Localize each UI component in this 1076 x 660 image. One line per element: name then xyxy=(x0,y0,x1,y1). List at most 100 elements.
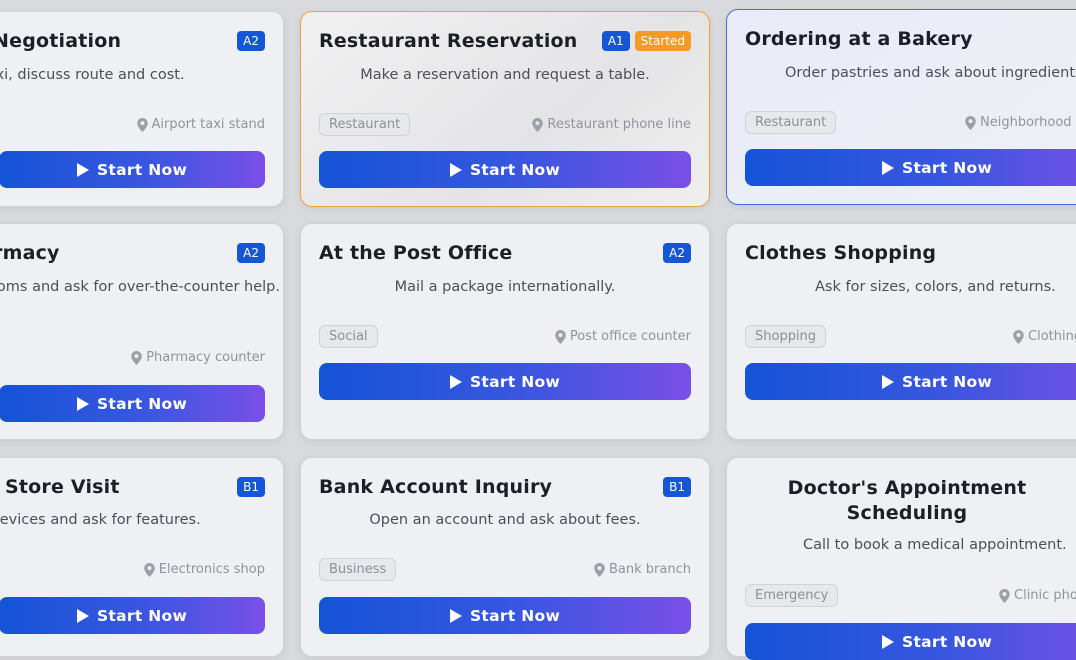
scenario-card[interactable]: Restaurant Reservation A1 Started Make a… xyxy=(300,11,710,207)
card-title: Restaurant Reservation xyxy=(319,30,578,52)
location-text: Airport taxi stand xyxy=(151,117,265,132)
map-pin-icon xyxy=(965,115,976,130)
card-header: Clothes Shopping xyxy=(745,242,1076,264)
card-title: Doctor's Appointment Scheduling xyxy=(787,477,1027,524)
map-pin-icon xyxy=(131,350,142,365)
category-tag: Shopping xyxy=(745,325,827,348)
map-pin-icon xyxy=(594,562,605,577)
card-header: Ordering at a Bakery xyxy=(745,28,1076,50)
level-badge: A1 xyxy=(601,31,630,51)
play-icon xyxy=(76,162,89,177)
scenario-card[interactable]: Negotiation A2 taxi, discuss route and c… xyxy=(0,11,284,207)
scenario-card[interactable]: At the Post Office A2 Mail a package int… xyxy=(300,223,710,440)
card-header: Negotiation A2 xyxy=(0,30,265,52)
play-icon xyxy=(449,608,462,623)
scenario-card[interactable]: Bank Account Inquiry B1 Open an account … xyxy=(300,457,710,657)
category-tag: Emergency xyxy=(745,584,839,607)
card-header: At the Post Office A2 xyxy=(319,242,691,264)
location-text: Electronics shop xyxy=(158,562,265,577)
scenario-card[interactable]: Clothes Shopping Ask for sizes, colors, … xyxy=(726,223,1076,440)
start-now-content: Start Now xyxy=(882,633,992,651)
start-now-content: Start Now xyxy=(882,159,992,177)
level-badge: A2 xyxy=(237,243,265,263)
play-icon xyxy=(449,162,462,177)
card-description: Open an account and ask about fees. xyxy=(369,512,641,528)
card-description: taxi, discuss route and cost. xyxy=(0,67,185,83)
start-now-button[interactable]: Start Now xyxy=(745,623,1076,660)
start-now-button[interactable]: Start Now xyxy=(745,149,1076,186)
start-now-label: Start Now xyxy=(902,158,993,177)
level-badge: A2 xyxy=(237,31,265,51)
card-location: Clinic pho xyxy=(999,588,1076,603)
location-text: Bank branch xyxy=(609,562,691,577)
play-icon xyxy=(882,374,894,389)
card-title: rmacy xyxy=(0,242,60,264)
map-pin-icon xyxy=(555,329,566,344)
scenario-card[interactable]: Ordering at a Bakery Order pastries and … xyxy=(726,9,1076,205)
start-now-content: Start Now xyxy=(882,373,992,391)
level-badge: B1 xyxy=(237,477,265,497)
card-location: Clothing xyxy=(1013,329,1076,344)
card-header: rmacy A2 xyxy=(0,242,265,264)
location-text: Post office counter xyxy=(569,329,691,344)
card-location: Bank branch xyxy=(594,562,691,577)
play-icon xyxy=(76,396,89,411)
card-location: Post office counter xyxy=(555,329,691,344)
play-icon xyxy=(76,608,89,623)
scenario-card[interactable]: Store Visit B1 e devices and ask for fea… xyxy=(0,457,284,657)
card-location: Neighborhood xyxy=(965,115,1072,130)
start-now-label: Start Now xyxy=(469,160,561,179)
card-title: Clothes Shopping xyxy=(745,242,937,264)
start-now-button[interactable]: Start Now xyxy=(0,597,265,634)
category-tag: Restaurant xyxy=(745,111,837,134)
category-tag: Restaurant xyxy=(319,113,411,136)
category-tag: Business xyxy=(319,558,397,581)
scenario-card[interactable]: Doctor's Appointment Scheduling Call to … xyxy=(726,457,1076,660)
map-pin-icon xyxy=(532,117,544,132)
start-now-label: Start Now xyxy=(902,372,993,391)
card-description: Ask for sizes, colors, and returns. xyxy=(815,279,1056,295)
level-badge: B1 xyxy=(663,477,691,497)
card-title: Bank Account Inquiry xyxy=(319,476,553,498)
start-now-button[interactable]: Start Now xyxy=(745,363,1076,400)
map-pin-icon xyxy=(144,562,155,577)
level-badge: A2 xyxy=(663,243,691,263)
play-icon xyxy=(882,634,894,649)
play-icon xyxy=(449,374,462,389)
card-description: ptoms and ask for over-the-counter help. xyxy=(0,279,280,295)
start-now-label: Start Now xyxy=(96,160,188,179)
card-title: Negotiation xyxy=(0,30,122,52)
location-text: Pharmacy counter xyxy=(146,350,265,365)
card-description: e devices and ask for features. xyxy=(0,512,201,528)
start-now-button[interactable]: Start Now xyxy=(0,151,265,188)
map-pin-icon xyxy=(999,588,1010,603)
start-now-button[interactable]: Start Now xyxy=(319,363,691,400)
card-description: Make a reservation and request a table. xyxy=(360,67,650,83)
start-now-label: Start Now xyxy=(96,394,188,413)
card-header: Restaurant Reservation A1 Started xyxy=(319,30,691,52)
card-description: Order pastries and ask about ingredients… xyxy=(785,65,1076,81)
card-location: Pharmacy counter xyxy=(131,350,265,365)
card-location: Airport taxi stand xyxy=(136,117,265,132)
card-location: Restaurant phone line xyxy=(532,117,691,132)
location-text: Clothing xyxy=(1028,329,1076,344)
location-text: Restaurant phone line xyxy=(547,117,691,132)
start-now-label: Start Now xyxy=(469,372,561,391)
card-description: Mail a package internationally. xyxy=(394,279,616,295)
location-text: Neighborhood xyxy=(980,115,1072,130)
start-now-label: Start Now xyxy=(469,606,561,625)
map-pin-icon xyxy=(1013,329,1024,344)
start-now-button[interactable]: Start Now xyxy=(0,385,265,422)
card-header: Bank Account Inquiry B1 xyxy=(319,476,691,498)
start-now-button[interactable]: Start Now xyxy=(319,597,691,634)
card-title: Ordering at a Bakery xyxy=(745,28,973,50)
location-text: Clinic pho xyxy=(1014,588,1076,603)
scenario-card[interactable]: rmacy A2 ptoms and ask for over-the-coun… xyxy=(0,223,284,440)
card-title: Store Visit xyxy=(5,476,120,498)
category-tag: Social xyxy=(319,325,378,348)
card-description: Call to book a medical appointment. xyxy=(803,537,1067,553)
card-title: At the Post Office xyxy=(319,242,513,264)
start-now-button[interactable]: Start Now xyxy=(319,151,691,188)
map-pin-icon xyxy=(136,117,148,132)
card-header: Store Visit B1 xyxy=(0,476,265,498)
